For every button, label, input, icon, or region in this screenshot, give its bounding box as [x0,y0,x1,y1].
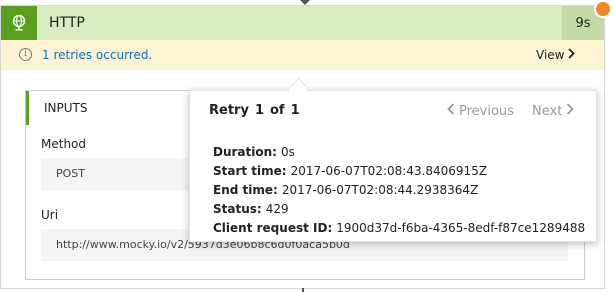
retry-banner: i 1 retries occurred. View [1,40,604,70]
view-label: View [536,48,565,62]
inputs-title: INPUTS [44,101,88,115]
detail-end-time-value: 2017-06-07T02:08:44.2938364Z [281,183,479,197]
info-icon: i [19,48,32,61]
next-label: Next [532,103,563,119]
detail-start-time: Start time: 2017-06-07T02:08:43.8406915Z [213,164,487,178]
detail-end-time-label: End time: [213,183,278,197]
retry-separator: of [269,103,285,118]
retry-current: 1 [254,103,264,118]
detail-duration-label: Duration: [213,145,277,159]
detail-end-time: End time: 2017-06-07T02:08:44.2938364Z [213,183,478,197]
action-header[interactable]: HTTP 9s [1,6,604,40]
chevron-right-icon [568,48,576,62]
retry-message: 1 retries occurred. [42,48,153,62]
detail-start-time-value: 2017-06-07T02:08:43.8406915Z [290,164,488,178]
retry-title: Retry 1 of 1 [209,103,306,118]
detail-status-value: 429 [265,202,289,216]
previous-label: Previous [459,103,514,119]
detail-client-request-id-value: 1900d37d-f6ba-4365-8edf-f87ce1289488 [336,221,586,235]
globe-icon [1,6,37,40]
retry-title-prefix: Retry [209,103,249,118]
bottom-connector [302,288,304,292]
detail-status-label: Status: [213,202,262,216]
detail-status: Status: 429 [213,202,289,216]
view-retries-link[interactable]: View [536,48,576,62]
detail-duration-value: 0s [280,145,295,159]
detail-client-request-id: Client request ID: 1900d37d-f6ba-4365-8ed… [213,221,585,235]
detail-client-request-id-label: Client request ID: [213,221,333,235]
chevron-left-icon [447,103,455,119]
retry-details-popover: Retry 1 of 1 Previous Next Duration: 0s Star… [189,90,597,242]
status-badge [594,0,612,18]
previous-retry-button[interactable]: Previous [447,103,514,119]
detail-duration: Duration: 0s [213,145,295,159]
uri-label: Uri [41,208,59,222]
detail-start-time-label: Start time: [213,164,287,178]
next-retry-button[interactable]: Next [532,103,575,119]
method-label: Method [41,137,87,151]
retry-total: 1 [290,103,300,118]
action-title: HTTP [49,15,85,31]
chevron-right-icon [566,103,575,119]
